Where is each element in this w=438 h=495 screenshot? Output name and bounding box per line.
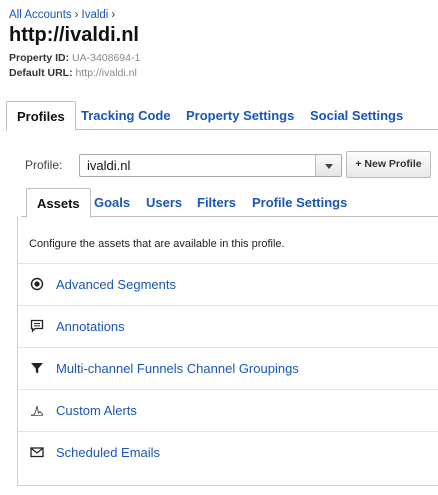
- breadcrumb: All Accounts › Ivaldi ›: [9, 9, 118, 21]
- profile-label: Profile:: [25, 158, 63, 172]
- asset-row-scheduled-emails[interactable]: Scheduled Emails: [18, 431, 438, 473]
- annotation-icon: [30, 319, 44, 333]
- default-url-label: Default URL:: [9, 67, 73, 79]
- asset-label[interactable]: Custom Alerts: [56, 403, 137, 418]
- property-id-row: Property ID: UA-3408694-1: [9, 52, 140, 64]
- tab-filters[interactable]: Filters: [197, 188, 236, 217]
- chevron-down-icon[interactable]: [315, 155, 341, 176]
- segments-icon: [30, 277, 44, 291]
- breadcrumb-account-ivaldi[interactable]: Ivaldi: [82, 9, 109, 21]
- default-url-row: Default URL: http://ivaldi.nl: [9, 67, 137, 79]
- tab-users[interactable]: Users: [146, 188, 182, 217]
- property-id-value: UA-3408694-1: [72, 52, 141, 64]
- asset-row-channel-groupings[interactable]: Multi-channel Funnels Channel Groupings: [18, 347, 438, 389]
- asset-label[interactable]: Annotations: [56, 319, 125, 334]
- breadcrumb-separator: ›: [74, 9, 79, 21]
- asset-row-annotations[interactable]: Annotations: [18, 305, 438, 347]
- default-url-value: http://ivaldi.nl: [75, 67, 137, 79]
- new-profile-button[interactable]: + New Profile: [346, 151, 431, 178]
- envelope-icon: [30, 447, 44, 458]
- asset-label[interactable]: Advanced Segments: [56, 277, 176, 292]
- breadcrumb-all-accounts[interactable]: All Accounts: [9, 9, 72, 21]
- property-tabs: Profiles Tracking Code Property Settings…: [6, 101, 438, 131]
- tab-tracking-code[interactable]: Tracking Code: [81, 101, 171, 130]
- tab-assets[interactable]: Assets: [26, 188, 91, 218]
- assets-panel: Configure the assets that are available …: [17, 216, 438, 486]
- tab-profiles[interactable]: Profiles: [6, 101, 76, 131]
- tab-goals[interactable]: Goals: [94, 188, 130, 217]
- breadcrumb-separator: ›: [111, 9, 116, 21]
- property-id-label: Property ID:: [9, 52, 70, 64]
- asset-label[interactable]: Multi-channel Funnels Channel Groupings: [56, 361, 299, 376]
- page-title: http://ivaldi.nl: [9, 24, 139, 46]
- tab-profile-settings[interactable]: Profile Settings: [252, 188, 347, 217]
- funnel-icon: [31, 363, 43, 374]
- alert-chart-icon: [31, 405, 44, 416]
- asset-label[interactable]: Scheduled Emails: [56, 445, 160, 460]
- profile-tabs: Assets Goals Users Filters Profile Setti…: [21, 188, 438, 218]
- assets-intro: Configure the assets that are available …: [29, 238, 285, 250]
- tab-social-settings[interactable]: Social Settings: [310, 101, 403, 130]
- asset-row-custom-alerts[interactable]: Custom Alerts: [18, 389, 438, 431]
- tab-property-settings[interactable]: Property Settings: [186, 101, 294, 130]
- asset-row-advanced-segments[interactable]: Advanced Segments: [18, 263, 438, 305]
- profile-select[interactable]: ivaldi.nl: [79, 154, 342, 177]
- profile-select-value: ivaldi.nl: [87, 158, 131, 173]
